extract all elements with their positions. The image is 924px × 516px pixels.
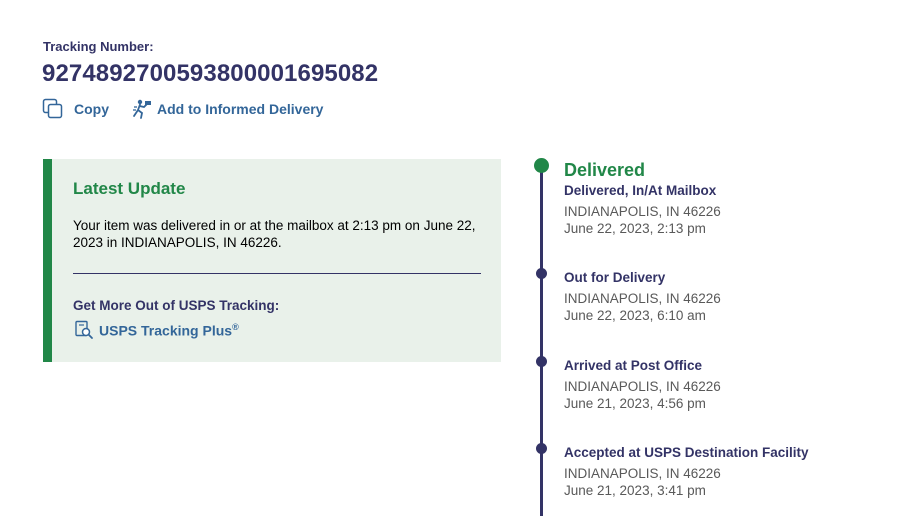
add-informed-delivery-link[interactable]: Add to Informed Delivery	[131, 98, 323, 120]
timeline-event: Arrived at Post Office INDIANAPOLIS, IN …	[564, 358, 721, 412]
tracking-actions: Copy Add to Informed Delivery	[42, 98, 323, 120]
timeline-line	[540, 167, 543, 516]
copy-icon	[42, 98, 64, 120]
usps-tracking-plus-link[interactable]: USPS Tracking Plus®	[74, 320, 239, 340]
timeline-dot-delivered	[534, 158, 549, 173]
timeline-dot	[536, 356, 547, 367]
timeline-dot	[536, 443, 547, 454]
event-status: Delivered, In/At Mailbox	[564, 183, 717, 198]
latest-update-text: Your item was delivered in or at the mai…	[73, 218, 476, 250]
event-status: Out for Delivery	[564, 270, 666, 285]
event-location: INDIANAPOLIS, IN 46226	[564, 379, 721, 394]
event-datetime: June 21, 2023, 4:56 pm	[564, 396, 706, 411]
tracking-label: Tracking Number:	[43, 39, 154, 54]
tracking-number: 9274892700593800001695082	[42, 60, 379, 87]
latest-update-title: Latest Update	[73, 179, 186, 198]
event-location: INDIANAPOLIS, IN 46226	[564, 204, 721, 219]
event-datetime: June 21, 2023, 3:41 pm	[564, 483, 706, 498]
informed-delivery-label: Add to Informed Delivery	[157, 101, 324, 117]
more-tracking-title: Get More Out of USPS Tracking:	[73, 298, 280, 313]
event-datetime: June 22, 2023, 6:10 am	[564, 308, 706, 323]
copy-label: Copy	[74, 101, 109, 117]
latest-update-panel: Latest Update Your item was delivered in…	[43, 159, 501, 362]
event-status: Accepted at USPS Destination Facility	[564, 445, 809, 460]
divider	[73, 273, 481, 274]
copy-button[interactable]: Copy	[42, 98, 109, 120]
event-datetime: June 22, 2023, 2:13 pm	[564, 221, 706, 236]
current-status: Delivered	[564, 160, 646, 180]
event-location: INDIANAPOLIS, IN 46226	[564, 291, 721, 306]
timeline-event: Out for Delivery INDIANAPOLIS, IN 46226 …	[564, 270, 721, 324]
tracking-plus-label: USPS Tracking Plus®	[99, 321, 239, 339]
timeline-event: Delivered Delivered, In/At Mailbox INDIA…	[564, 160, 721, 237]
event-status: Arrived at Post Office	[564, 358, 703, 373]
informed-delivery-icon	[131, 98, 153, 120]
timeline-event: Accepted at USPS Destination Facility IN…	[564, 445, 809, 499]
event-location: INDIANAPOLIS, IN 46226	[564, 466, 721, 481]
timeline-dot	[536, 268, 547, 279]
tracking-plus-icon	[74, 320, 94, 340]
